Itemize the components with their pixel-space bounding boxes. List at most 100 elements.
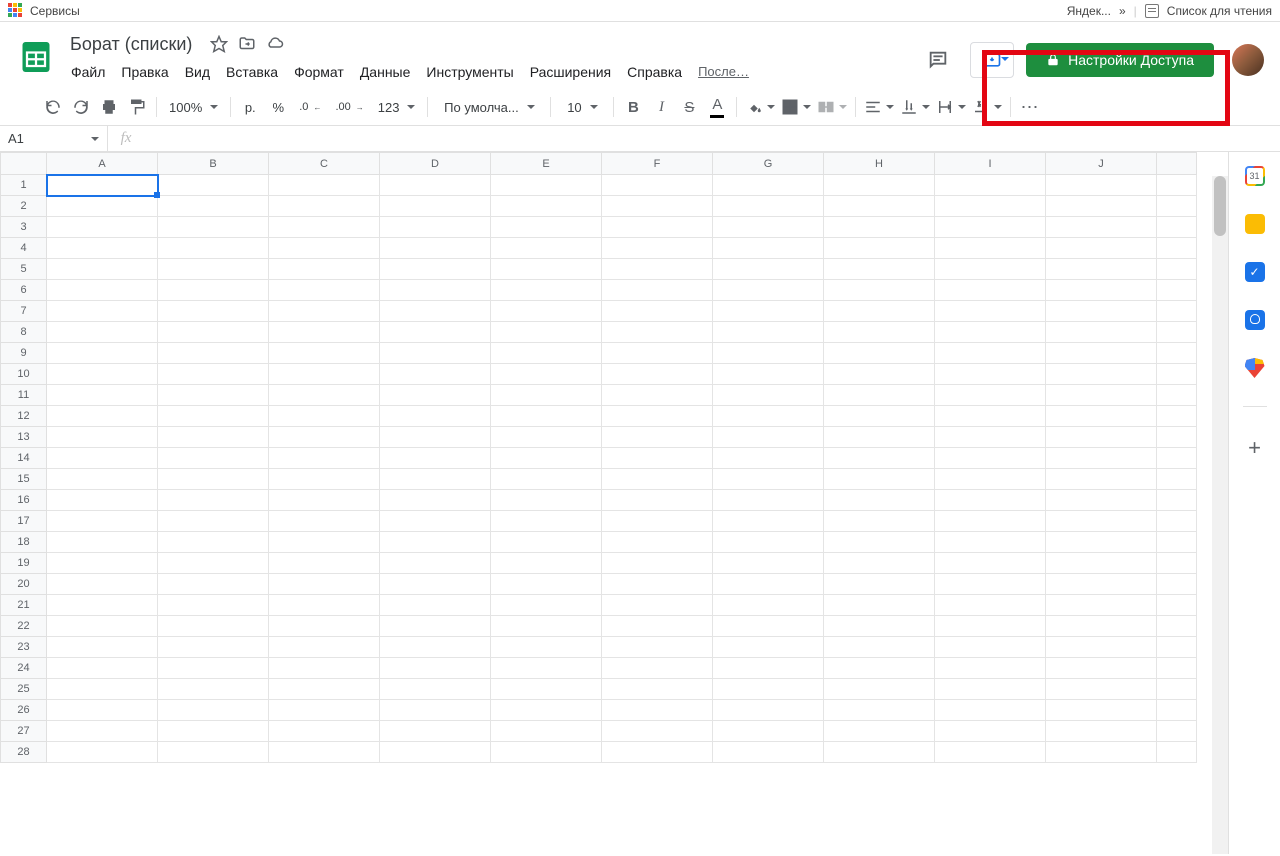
cell[interactable]	[1046, 721, 1157, 742]
cell[interactable]	[824, 217, 935, 238]
cell[interactable]	[935, 406, 1046, 427]
cell[interactable]	[380, 532, 491, 553]
cell[interactable]	[602, 595, 713, 616]
cell[interactable]	[269, 742, 380, 763]
italic-button[interactable]: I	[648, 94, 674, 120]
cell[interactable]	[713, 301, 824, 322]
cell[interactable]	[713, 238, 824, 259]
contacts-app-icon[interactable]	[1245, 310, 1265, 330]
cell[interactable]	[602, 700, 713, 721]
cell[interactable]	[1157, 637, 1197, 658]
row-header[interactable]: 1	[1, 175, 47, 196]
zoom-dropdown[interactable]: 100%	[163, 94, 224, 120]
cell[interactable]	[158, 406, 269, 427]
cell[interactable]	[491, 742, 602, 763]
cell[interactable]	[380, 721, 491, 742]
menu-help[interactable]: Справка	[620, 60, 689, 84]
cell[interactable]	[602, 406, 713, 427]
cell[interactable]	[269, 700, 380, 721]
cell[interactable]	[47, 700, 158, 721]
cell[interactable]	[380, 238, 491, 259]
row-header[interactable]: 20	[1, 574, 47, 595]
cell[interactable]	[47, 259, 158, 280]
print-button[interactable]	[96, 94, 122, 120]
cell[interactable]	[269, 196, 380, 217]
cell[interactable]	[269, 511, 380, 532]
cell[interactable]	[269, 658, 380, 679]
cell[interactable]	[713, 343, 824, 364]
menu-data[interactable]: Данные	[353, 60, 418, 84]
cell[interactable]	[47, 469, 158, 490]
cell[interactable]	[1046, 364, 1157, 385]
cell[interactable]	[269, 259, 380, 280]
cell[interactable]	[47, 574, 158, 595]
font-family-dropdown[interactable]: По умолча...	[434, 94, 544, 120]
cell[interactable]	[602, 301, 713, 322]
cell[interactable]	[935, 238, 1046, 259]
cell[interactable]	[380, 322, 491, 343]
column-header[interactable]: D	[380, 153, 491, 175]
paint-format-button[interactable]	[124, 94, 150, 120]
cell[interactable]	[269, 637, 380, 658]
cell[interactable]	[713, 658, 824, 679]
cell[interactable]	[824, 637, 935, 658]
cell[interactable]	[158, 322, 269, 343]
cell[interactable]	[602, 742, 713, 763]
cell[interactable]	[1046, 679, 1157, 700]
cell[interactable]	[824, 532, 935, 553]
cell[interactable]	[380, 217, 491, 238]
cell[interactable]	[824, 448, 935, 469]
row-header[interactable]: 28	[1, 742, 47, 763]
row-header[interactable]: 12	[1, 406, 47, 427]
cell[interactable]	[602, 343, 713, 364]
cell[interactable]	[602, 238, 713, 259]
cell[interactable]	[491, 448, 602, 469]
cell[interactable]	[713, 196, 824, 217]
increase-decimal-button[interactable]: .00→	[329, 94, 369, 120]
cell[interactable]	[1157, 553, 1197, 574]
cell[interactable]	[158, 469, 269, 490]
cell[interactable]	[47, 364, 158, 385]
cell[interactable]	[824, 406, 935, 427]
cell[interactable]	[713, 553, 824, 574]
cell[interactable]	[47, 301, 158, 322]
cell[interactable]	[1157, 301, 1197, 322]
cell[interactable]	[824, 616, 935, 637]
cell[interactable]	[269, 280, 380, 301]
cell[interactable]	[1046, 469, 1157, 490]
cell[interactable]	[47, 175, 158, 196]
chrome-bookmark-yandex[interactable]: Яндек...	[1067, 4, 1111, 18]
cell[interactable]	[824, 490, 935, 511]
cell[interactable]	[47, 553, 158, 574]
cell[interactable]	[602, 490, 713, 511]
cell[interactable]	[713, 511, 824, 532]
menu-format[interactable]: Формат	[287, 60, 351, 84]
column-header[interactable]: F	[602, 153, 713, 175]
cell[interactable]	[269, 553, 380, 574]
cell[interactable]	[824, 595, 935, 616]
cell[interactable]	[269, 175, 380, 196]
row-header[interactable]: 17	[1, 511, 47, 532]
cell[interactable]	[602, 511, 713, 532]
cell[interactable]	[380, 490, 491, 511]
cell[interactable]	[269, 532, 380, 553]
decrease-decimal-button[interactable]: .0←	[293, 94, 327, 120]
cell[interactable]	[602, 322, 713, 343]
cell[interactable]	[824, 238, 935, 259]
cell[interactable]	[713, 322, 824, 343]
cell[interactable]	[713, 427, 824, 448]
cell[interactable]	[824, 364, 935, 385]
star-icon[interactable]	[210, 35, 228, 53]
cell[interactable]	[713, 448, 824, 469]
cell[interactable]	[158, 175, 269, 196]
row-header[interactable]: 8	[1, 322, 47, 343]
keep-app-icon[interactable]	[1245, 214, 1265, 234]
cell[interactable]	[47, 196, 158, 217]
cell[interactable]	[1046, 700, 1157, 721]
menu-view[interactable]: Вид	[178, 60, 217, 84]
cell[interactable]	[824, 742, 935, 763]
cell[interactable]	[602, 217, 713, 238]
cell[interactable]	[47, 616, 158, 637]
cell[interactable]	[47, 490, 158, 511]
cell[interactable]	[491, 595, 602, 616]
